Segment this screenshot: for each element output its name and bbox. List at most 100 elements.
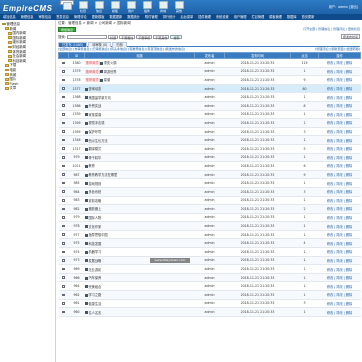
row-title[interactable]: 健康生活 [89,302,102,306]
row-actions[interactable]: 修改 | 简改 | 删除 [318,92,361,102]
table-row[interactable]: 974 机器学习 admin 2018-11-21 21:20:33 1 修改 | 简改 … [58,247,361,257]
table-row[interactable]: 982 播放器上 admin 2018-11-21 21:20:33 2 修改 | 简改 … [58,204,361,214]
row-title[interactable]: 教育教学方法在哪里 [89,173,118,177]
menu-bar-item[interactable]: 后台菜单 [181,15,194,19]
row-checkbox[interactable] [62,250,65,254]
row-title[interactable]: 赛前攻略 [89,199,102,203]
table-row[interactable]: 1380 [推荐置顶] 重庆火锅 admin 2018-11-21 21:20:33 11… [58,58,361,68]
filter-attribute-select[interactable]: 不限属性 [119,34,136,40]
row-title[interactable]: 科技发展 [89,242,102,246]
edit-icon[interactable] [84,311,88,315]
row-title[interactable]: 家常菜谱 [89,113,102,117]
filter-check-select[interactable]: 不限审核 [136,34,153,40]
menu-bar-item[interactable]: 数据库 [287,15,297,19]
row-checkbox[interactable] [62,224,65,228]
menu-bar-item[interactable]: 数据更新 [110,15,123,19]
row-checkbox[interactable] [62,233,65,236]
edit-icon[interactable] [84,96,88,100]
add-info-button[interactable]: 增加信息 [58,27,77,32]
row-actions[interactable]: 修改 | 简改 | 删除 [318,281,361,292]
row-title[interactable]: 指导思想中国 [89,233,108,237]
row-checkbox[interactable] [62,216,65,219]
row-title[interactable]: 无业游民 [89,268,102,272]
row-title[interactable]: 播放器上 [89,207,102,211]
top-nav-item[interactable]: 模板 [108,0,122,15]
edit-icon[interactable] [84,207,88,211]
row-actions[interactable]: 修改 | 简改 | 删除 [318,144,361,154]
row-actions[interactable]: 修改 | 简改 | 删除 [318,196,361,206]
row-actions[interactable]: 修改 | 简改 | 删除 [318,299,361,309]
edit-icon[interactable] [84,233,88,237]
menu-bar-item[interactable]: 首页更新 [302,15,315,19]
filter-links[interactable]: [全部信息] [未审核信息] [已审核信息] [有头条信息] [有推荐信息] [… [58,47,185,51]
row-actions[interactable]: 修改 | 简改 | 删除 [318,230,361,240]
row-checkbox[interactable] [62,70,65,73]
table-row[interactable]: 1366 外贸实战 admin 2018-11-21 21:20:33 8 修改 | 简改… [58,101,361,111]
table-row[interactable]: 964 完美组合 admin 2018-11-21 21:20:33 1 修改 | 简改 … [58,281,361,292]
row-title[interactable]: 保护环境 [89,130,102,134]
edit-icon[interactable] [84,164,88,168]
row-actions[interactable]: 修改 | 简改 | 删除 [318,247,361,257]
row-checkbox[interactable] [62,147,65,151]
table-row[interactable]: 1399 视觉冲击感 admin 2018-11-21 21:20:33 1 修改 | 简… [58,118,361,128]
row-checkbox[interactable] [62,121,65,125]
row-checkbox[interactable] [62,130,65,133]
top-nav-item[interactable]: 商城 [156,0,170,15]
table-row[interactable]: 1378 [推荐置顶] 菜谱 admin 2018-11-21 21:20:33 9 修改 … [58,75,361,85]
row-checkbox[interactable] [62,302,65,305]
row-checkbox[interactable] [62,104,65,108]
table-row[interactable]: 979 骨干精华 admin 2018-11-21 21:20:33 1 修改 | 简改 … [58,153,361,163]
edit-icon[interactable] [84,173,88,177]
row-actions[interactable]: 修改 | 简改 | 删除 [318,204,361,214]
edit-icon[interactable] [84,113,88,117]
row-actions[interactable]: 修改 | 简改 | 删除 [318,221,361,231]
row-title[interactable]: 游戏规则 [89,182,102,186]
row-checkbox[interactable] [62,138,65,142]
row-title[interactable]: 美国留学新方向 [89,96,111,100]
edit-icon[interactable] [84,190,88,194]
row-actions[interactable]: 修改 | 简改 | 删除 [318,153,361,163]
menu-bar-item[interactable]: 插件管理 [198,15,211,19]
row-title[interactable]: 教育 [89,164,95,168]
edit-icon[interactable] [84,121,88,125]
row-checkbox[interactable] [62,259,65,262]
row-title[interactable]: 外贸实战 [89,104,102,108]
search-input[interactable] [67,34,108,40]
row-actions[interactable]: 修改 | 简改 | 删除 [318,58,361,68]
table-row[interactable]: 978 文化作家 admin 2018-11-21 21:20:33 1 修改 | 简改 … [58,221,361,231]
search-field-select[interactable]: 标题 [108,34,119,40]
menu-bar-item[interactable]: 用户管理 [234,15,247,19]
row-checkbox[interactable] [62,199,65,202]
row-title[interactable]: 周游世界 [104,70,117,74]
row-checkbox[interactable] [62,156,65,159]
menu-bar-item[interactable]: 数据统计 [127,15,140,19]
table-row[interactable]: 1368 美国留学新方向 admin 2018-11-21 21:20:33 1 修改 |… [58,92,361,102]
row-title[interactable]: 国际人物 [89,216,102,220]
edit-icon[interactable] [84,225,88,229]
sort-select[interactable]: 按发布时间 [340,34,360,39]
row-checkbox[interactable] [62,284,65,288]
top-nav-item[interactable]: 信息 [92,0,106,15]
table-row[interactable]: 1379 [推荐置顶] 周游世界 admin 2018-11-21 21:20:33 1 修… [58,67,361,77]
row-title[interactable]: 翻译模式 [89,147,102,151]
row-actions[interactable]: 修改 | 简改 | 删除 [318,213,361,223]
row-title[interactable]: 骨干精华 [89,156,102,160]
top-nav-item[interactable]: 系统 [60,0,74,14]
row-checkbox[interactable] [62,173,65,176]
menu-bar-item[interactable]: 排行统计 [163,15,176,19]
row-actions[interactable]: 修改 | 简改 | 删除 [318,238,361,249]
table-row[interactable]: 960 名人名言 admin 2018-11-21 21:20:33 1 修改 | 简改 … [58,307,361,317]
edit-icon[interactable] [99,70,103,74]
edit-icon[interactable] [84,139,88,143]
row-actions[interactable]: 修改 | 简改 | 删除 [318,178,361,188]
row-actions[interactable]: 修改 | 简改 | 删除 [318,161,361,171]
toolbar-right-links[interactable]: 打开全部 | 管理信息 | 管理评论 | 更新栏目 [303,27,360,31]
row-title[interactable]: 学习之路 [89,293,102,297]
edit-icon[interactable] [84,276,88,280]
row-actions[interactable]: 修改 | 简改 | 删除 [318,273,361,283]
menu-bar-item[interactable]: 增加信息 [3,15,16,19]
row-checkbox[interactable] [62,241,65,245]
row-actions[interactable]: 修改 | 简改 | 删除 [318,187,361,197]
menu-bar-item[interactable]: 系统设置 [216,15,229,19]
menu-bar-item[interactable]: 模板管理 [269,15,282,19]
